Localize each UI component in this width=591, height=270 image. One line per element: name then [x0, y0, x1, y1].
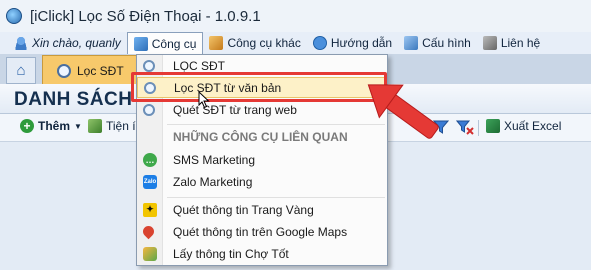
- sms-icon: …: [143, 152, 157, 167]
- tab-filter-phone[interactable]: Lọc SĐT: [42, 55, 138, 85]
- help-icon: [312, 36, 327, 50]
- menu-config[interactable]: Cấu hình: [398, 32, 477, 54]
- search-icon: [57, 63, 71, 78]
- export-excel-label: Xuất Excel: [504, 119, 562, 133]
- utility-button[interactable]: Tiện íc: [88, 119, 142, 133]
- menu-help-label: Hướng dẫn: [330, 36, 393, 50]
- home-icon: ⌂: [16, 62, 26, 79]
- menu-item-label: SMS Marketing: [173, 152, 256, 167]
- filter-button[interactable]: [433, 119, 449, 135]
- map-pin-icon: [140, 223, 157, 240]
- app-logo-icon: [6, 8, 22, 24]
- menu-config-label: Cấu hình: [422, 36, 471, 50]
- title-bar: [iClick] Lọc Số Điện Thoại - 1.0.9.1: [0, 0, 591, 32]
- search-icon: [143, 103, 155, 116]
- menu-other-tools[interactable]: Công cụ khác: [203, 32, 306, 54]
- menu-help[interactable]: Hướng dẫn: [307, 32, 398, 54]
- menu-section-header: NHỮNG CÔNG CỤ LIÊN QUAN: [173, 130, 348, 144]
- menu-tools[interactable]: Công cụ: [126, 31, 204, 55]
- export-excel-button[interactable]: Xuất Excel: [486, 119, 561, 133]
- menu-item-sms-marketing[interactable]: … SMS Marketing: [137, 149, 387, 170]
- menu-tools-label: Công cụ: [151, 36, 197, 51]
- menu-item-google-maps[interactable]: Quét thông tin trên Google Maps: [137, 221, 387, 242]
- menu-divider: [167, 124, 385, 125]
- menu-item-label: Quét thông tin Trang Vàng: [173, 202, 314, 217]
- tab-filter-phone-label: Lọc SĐT: [77, 63, 124, 78]
- chotot-icon: [143, 246, 157, 261]
- greeting-menu[interactable]: Xin chào, quanly: [0, 32, 127, 54]
- menu-contact-label: Liên hệ: [500, 36, 541, 50]
- add-button-label: Thêm: [38, 119, 71, 133]
- tools-icon: [133, 36, 148, 51]
- toolbar-divider: [478, 120, 479, 136]
- filter-icon: [433, 120, 449, 134]
- greeting-label: Xin chào, quanly: [32, 36, 121, 50]
- menu-other-tools-label: Công cụ khác: [227, 36, 301, 50]
- clear-filter-icon: [456, 120, 474, 135]
- user-icon: [14, 36, 28, 50]
- menu-item-label: Zalo Marketing: [173, 174, 253, 189]
- menu-item-label: Quét SĐT từ trang web: [173, 102, 297, 117]
- other-tools-icon: [209, 36, 224, 50]
- menu-item-label: Quét thông tin trên Google Maps: [173, 224, 348, 239]
- menu-divider: [167, 197, 385, 198]
- menu-contact[interactable]: Liên hệ: [477, 32, 546, 54]
- yellow-pages-icon: ✦: [143, 202, 157, 217]
- clear-filter-button[interactable]: [456, 119, 474, 135]
- chevron-down-icon: ▼: [74, 121, 82, 131]
- utility-icon: [88, 119, 102, 133]
- menu-item-zalo-marketing[interactable]: Zalo Zalo Marketing: [137, 171, 387, 192]
- mouse-cursor-icon: [198, 91, 210, 109]
- window-title: [iClick] Lọc Số Điện Thoại - 1.0.9.1: [30, 7, 261, 25]
- zalo-icon: Zalo: [143, 174, 157, 189]
- menu-item-yellow-pages[interactable]: ✦ Quét thông tin Trang Vàng: [137, 199, 387, 220]
- tab-home[interactable]: ⌂: [6, 57, 36, 84]
- plus-icon: +: [20, 119, 34, 133]
- menu-bar: Xin chào, quanly Công cụ Công cụ khác Hư…: [0, 31, 591, 55]
- menu-item-chotot[interactable]: Lấy thông tin Chợ Tốt: [137, 243, 387, 264]
- phone-icon: [482, 36, 497, 50]
- highlight-frame: [131, 72, 387, 102]
- search-icon: [143, 59, 155, 72]
- menu-item-label: LỌC SĐT: [173, 58, 226, 73]
- config-icon: [404, 36, 419, 50]
- add-button[interactable]: + Thêm ▼: [20, 119, 82, 133]
- menu-item-scan-web[interactable]: Quét SĐT từ trang web: [137, 99, 387, 120]
- menu-item-label: Lấy thông tin Chợ Tốt: [173, 246, 289, 261]
- excel-icon: [486, 119, 500, 133]
